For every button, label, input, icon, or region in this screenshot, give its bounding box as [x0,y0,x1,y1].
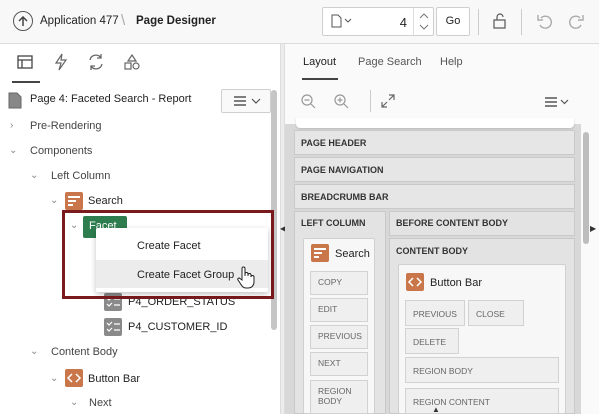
page-icon [8,92,22,112]
code-region-icon [65,369,83,387]
slot-close[interactable]: CLOSE [468,300,524,326]
before-content-body-title: BEFORE CONTENT BODY [396,218,509,228]
chevron-down-icon[interactable]: ⌄ [50,373,58,384]
active-tab-indicator [302,78,338,80]
slot-region-content[interactable]: REGION CONTENT [405,388,559,414]
page-designer-title: Page Designer [136,15,216,27]
toolbar-divider [370,90,371,112]
slot-previous[interactable]: PREVIOUS [405,300,465,326]
left-pane-tabs [0,44,280,83]
slot-region-body[interactable]: REGION BODY [310,380,368,414]
chevron-right-icon[interactable]: › [10,120,13,131]
tree-menu-button[interactable] [221,89,271,113]
app-link[interactable]: Application 477 [40,15,119,27]
tree-customer-id[interactable]: P4_CUSTOMER_ID [128,321,227,333]
slot-region-body[interactable]: REGION BODY [405,357,559,383]
toolbar-divider [478,9,479,35]
tree-components[interactable]: Components [30,145,92,157]
collapse-bottom-icon[interactable]: ▲ [432,405,440,414]
chevron-down-icon[interactable]: ⌄ [70,397,78,408]
redo-icon[interactable] [567,12,585,33]
chevron-down-icon[interactable]: ⌄ [9,145,17,156]
document-icon [331,14,353,31]
zoom-out-icon[interactable] [300,93,316,112]
undo-icon[interactable] [536,12,554,33]
search-region-title: Search [335,248,370,260]
page-spinner[interactable] [413,8,433,35]
go-button[interactable]: Go [436,7,470,36]
page-selector[interactable]: 4 [322,7,434,36]
tab-help[interactable]: Help [440,56,463,68]
chevron-down-icon[interactable]: ⌄ [50,195,58,206]
page-navigation-slot[interactable]: PAGE NAVIGATION [294,157,575,182]
dynamic-actions-icon[interactable] [52,53,72,73]
slot-next[interactable]: NEXT [310,352,368,376]
tree-button-bar[interactable]: Button Bar [88,373,140,385]
arrow-up-icon[interactable] [13,11,33,31]
page-node[interactable]: Page 4: Faceted Search - Report [0,88,280,113]
breadcrumb-separator: \ [121,12,126,29]
left-column-title: LEFT COLUMN [301,218,366,228]
expand-icon[interactable] [380,93,396,112]
processing-icon[interactable] [87,53,107,73]
tree-next[interactable]: Next [89,397,112,409]
tree-pre-rendering[interactable]: Pre-Rendering [30,120,102,132]
faceted-search-region-icon [65,192,83,210]
tab-page-search[interactable]: Page Search [358,56,422,68]
tree-search[interactable]: Search [88,195,123,207]
slot-previous[interactable]: PREVIOUS [310,325,368,349]
faceted-search-region-icon [311,244,329,262]
slot-copy[interactable]: COPY [310,271,368,295]
page-number-input[interactable]: 4 [383,15,407,30]
checkbox-item-icon [104,318,122,336]
rendering-icon[interactable] [12,53,40,83]
chevron-down-icon[interactable]: ⌄ [30,170,38,181]
canvas-top-edge [296,118,574,128]
collapse-right-icon[interactable]: ▶ [590,224,596,233]
page-header-slot[interactable]: PAGE HEADER [294,130,575,155]
tree-left-column[interactable]: Left Column [51,170,110,182]
content-body-title: CONTENT BODY [396,246,468,256]
zoom-in-icon[interactable] [333,93,349,112]
code-region-icon [406,273,424,291]
shared-components-icon[interactable] [123,53,143,73]
page-label: Page 4: Faceted Search - Report [30,93,192,105]
breadcrumb-bar-slot[interactable]: BREADCRUMB BAR [294,184,575,209]
menu-item-create-facet[interactable]: Create Facet [96,231,268,259]
toolbar-divider [521,9,522,35]
chevron-down-icon[interactable]: ⌄ [30,346,38,357]
button-bar-region-title: Button Bar [430,277,482,289]
slot-edit[interactable]: EDIT [310,298,368,322]
right-scrollbar[interactable] [583,132,589,244]
tree-content-body[interactable]: Content Body [51,346,118,358]
slot-delete[interactable]: DELETE [405,328,459,354]
layout-menu-icon[interactable] [543,95,571,112]
hand-cursor-icon [236,265,256,292]
tab-layout[interactable]: Layout [303,56,336,68]
top-toolbar: Application 477 \ Page Designer 4 Go [0,0,599,44]
lock-icon[interactable] [491,12,509,33]
